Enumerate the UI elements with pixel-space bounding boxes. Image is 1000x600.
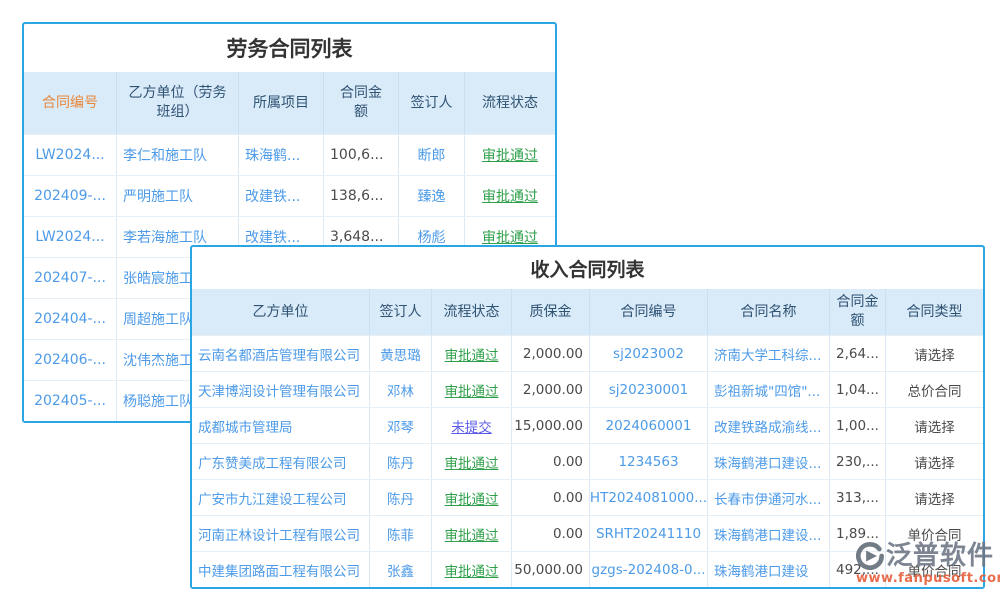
income-contract-table: 收入合同列表 乙方单位 签订人 流程状态 质保金 合同编号 合同名称 合同金额 …	[190, 245, 985, 589]
cell-status[interactable]: 未提交	[432, 408, 512, 443]
cell-status[interactable]: 审批通过	[432, 552, 512, 587]
cell-signer: 黄思璐	[370, 336, 432, 371]
cell-contract-no[interactable]: 202407-...	[24, 258, 117, 298]
cell-contract-no[interactable]: SRHT20241110	[590, 516, 708, 551]
cell-party-b[interactable]: 河南正林设计工程有限公司	[192, 516, 370, 551]
cell-contract-no[interactable]: LW2024...	[24, 135, 117, 175]
col-header-party-b: 乙方单位	[192, 289, 370, 335]
cell-contract-type[interactable]: 请选择	[886, 408, 983, 443]
col-header-contract-no: 合同编号	[590, 289, 708, 335]
cell-contract-name[interactable]: 改建铁路成渝线...	[708, 408, 830, 443]
cell-status[interactable]: 审批通过	[465, 135, 555, 175]
cell-contract-no[interactable]: sj2023002	[590, 336, 708, 371]
col-header-contract-no: 合同编号	[24, 72, 117, 134]
cell-project[interactable]: 改建铁...	[239, 176, 324, 216]
cell-amount: 1,04...	[830, 372, 886, 407]
cell-status[interactable]: 审批通过	[432, 372, 512, 407]
cell-amount: 2,64...	[830, 336, 886, 371]
col-header-signer: 签订人	[370, 289, 432, 335]
col-header-project: 所属项目	[239, 72, 324, 134]
col-header-deposit: 质保金	[512, 289, 590, 335]
cell-status[interactable]: 审批通过	[432, 516, 512, 551]
col-header-contract-name: 合同名称	[708, 289, 830, 335]
cell-party-b[interactable]: 成都城市管理局	[192, 408, 370, 443]
cell-signer: 臻逸	[399, 176, 465, 216]
cell-contract-name[interactable]: 长春市伊通河水...	[708, 480, 830, 515]
cell-deposit: 0.00	[512, 444, 590, 479]
labor-table-title: 劳务合同列表	[24, 24, 555, 72]
cell-party-b[interactable]: 云南名都酒店管理有限公司	[192, 336, 370, 371]
cell-signer: 邓林	[370, 372, 432, 407]
cell-project[interactable]: 珠海鹤...	[239, 135, 324, 175]
table-row: 成都城市管理局 邓琴 未提交 15,000.00 2024060001 改建铁路…	[192, 407, 983, 443]
cell-amount: 313,...	[830, 480, 886, 515]
table-row: 202409-... 严明施工队 改建铁... 138,6... 臻逸 审批通过	[24, 175, 555, 216]
table-row: LW2024... 李仁和施工队 珠海鹤... 100,6... 断郎 审批通过	[24, 134, 555, 175]
cell-amount: 138,6...	[324, 176, 399, 216]
col-header-status: 流程状态	[465, 72, 555, 134]
cell-contract-type[interactable]: 请选择	[886, 480, 983, 515]
cell-contract-no[interactable]: 202404-...	[24, 299, 117, 339]
cell-deposit: 0.00	[512, 480, 590, 515]
cell-contract-no[interactable]: 202409-...	[24, 176, 117, 216]
cell-signer: 张鑫	[370, 552, 432, 587]
table-row: 天津博润设计管理有限公司 邓林 审批通过 2,000.00 sj20230001…	[192, 371, 983, 407]
watermark-brand-text: 泛普软件	[886, 543, 994, 569]
cell-contract-name[interactable]: 彭祖新城"四馆"...	[708, 372, 830, 407]
labor-table-header: 合同编号 乙方单位（劳务班组） 所属项目 合同金额 签订人 流程状态	[24, 72, 555, 134]
cell-party-b[interactable]: 李仁和施工队	[117, 135, 239, 175]
cell-contract-no[interactable]: 1234563	[590, 444, 708, 479]
cell-deposit: 50,000.00	[512, 552, 590, 587]
col-header-signer: 签订人	[399, 72, 465, 134]
cell-contract-type[interactable]: 请选择	[886, 444, 983, 479]
cell-contract-type[interactable]: 请选择	[886, 336, 983, 371]
cell-party-b[interactable]: 广东赞美成工程有限公司	[192, 444, 370, 479]
cell-status[interactable]: 审批通过	[432, 336, 512, 371]
cell-contract-no[interactable]: 2024060001	[590, 408, 708, 443]
col-header-amount: 合同金额	[830, 289, 886, 335]
cell-amount: 230,...	[830, 444, 886, 479]
table-row: 云南名都酒店管理有限公司 黄思璐 审批通过 2,000.00 sj2023002…	[192, 335, 983, 371]
income-table-header: 乙方单位 签订人 流程状态 质保金 合同编号 合同名称 合同金额 合同类型	[192, 289, 983, 335]
cell-contract-no[interactable]: LW2024...	[24, 217, 117, 257]
cell-deposit: 2,000.00	[512, 336, 590, 371]
col-header-party-b: 乙方单位（劳务班组）	[117, 72, 239, 134]
cell-contract-type: 总价合同	[886, 372, 983, 407]
col-header-status: 流程状态	[432, 289, 512, 335]
cell-party-b[interactable]: 中建集团路面工程有限公司	[192, 552, 370, 587]
cell-status[interactable]: 审批通过	[432, 444, 512, 479]
cell-status[interactable]: 审批通过	[432, 480, 512, 515]
cell-party-b[interactable]: 严明施工队	[117, 176, 239, 216]
fanpu-logo-icon	[856, 542, 884, 570]
cell-contract-no[interactable]: 202406-...	[24, 340, 117, 380]
cell-signer: 断郎	[399, 135, 465, 175]
cell-signer: 邓琴	[370, 408, 432, 443]
cell-contract-name[interactable]: 珠海鹤港口建设	[708, 552, 830, 587]
cell-contract-no[interactable]: 202405-...	[24, 381, 117, 421]
cell-deposit: 15,000.00	[512, 408, 590, 443]
cell-amount: 1,00...	[830, 408, 886, 443]
cell-party-b[interactable]: 天津博润设计管理有限公司	[192, 372, 370, 407]
table-row: 广东赞美成工程有限公司 陈丹 审批通过 0.00 1234563 珠海鹤港口建设…	[192, 443, 983, 479]
cell-signer: 陈菲	[370, 516, 432, 551]
cell-deposit: 0.00	[512, 516, 590, 551]
income-table-title: 收入合同列表	[192, 247, 983, 289]
cell-deposit: 2,000.00	[512, 372, 590, 407]
table-row: 广安市九江建设工程公司 陈丹 审批通过 0.00 HT2024081000...…	[192, 479, 983, 515]
fanpu-watermark: 泛普软件 www.fanpusoft.com	[856, 542, 994, 586]
cell-signer: 陈丹	[370, 444, 432, 479]
col-header-amount: 合同金额	[324, 72, 399, 134]
cell-contract-name[interactable]: 珠海鹤港口建设...	[708, 444, 830, 479]
cell-contract-name[interactable]: 珠海鹤港口建设...	[708, 516, 830, 551]
cell-signer: 陈丹	[370, 480, 432, 515]
watermark-url-text: www.fanpusoft.com	[856, 571, 994, 586]
cell-status[interactable]: 审批通过	[465, 176, 555, 216]
col-header-contract-type: 合同类型	[886, 289, 983, 335]
cell-contract-name[interactable]: 济南大学工科综...	[708, 336, 830, 371]
cell-contract-no[interactable]: sj20230001	[590, 372, 708, 407]
cell-contract-no[interactable]: gzgs-202408-0...	[590, 552, 708, 587]
cell-amount: 100,6...	[324, 135, 399, 175]
cell-party-b[interactable]: 广安市九江建设工程公司	[192, 480, 370, 515]
cell-contract-no[interactable]: HT2024081000...	[590, 480, 708, 515]
